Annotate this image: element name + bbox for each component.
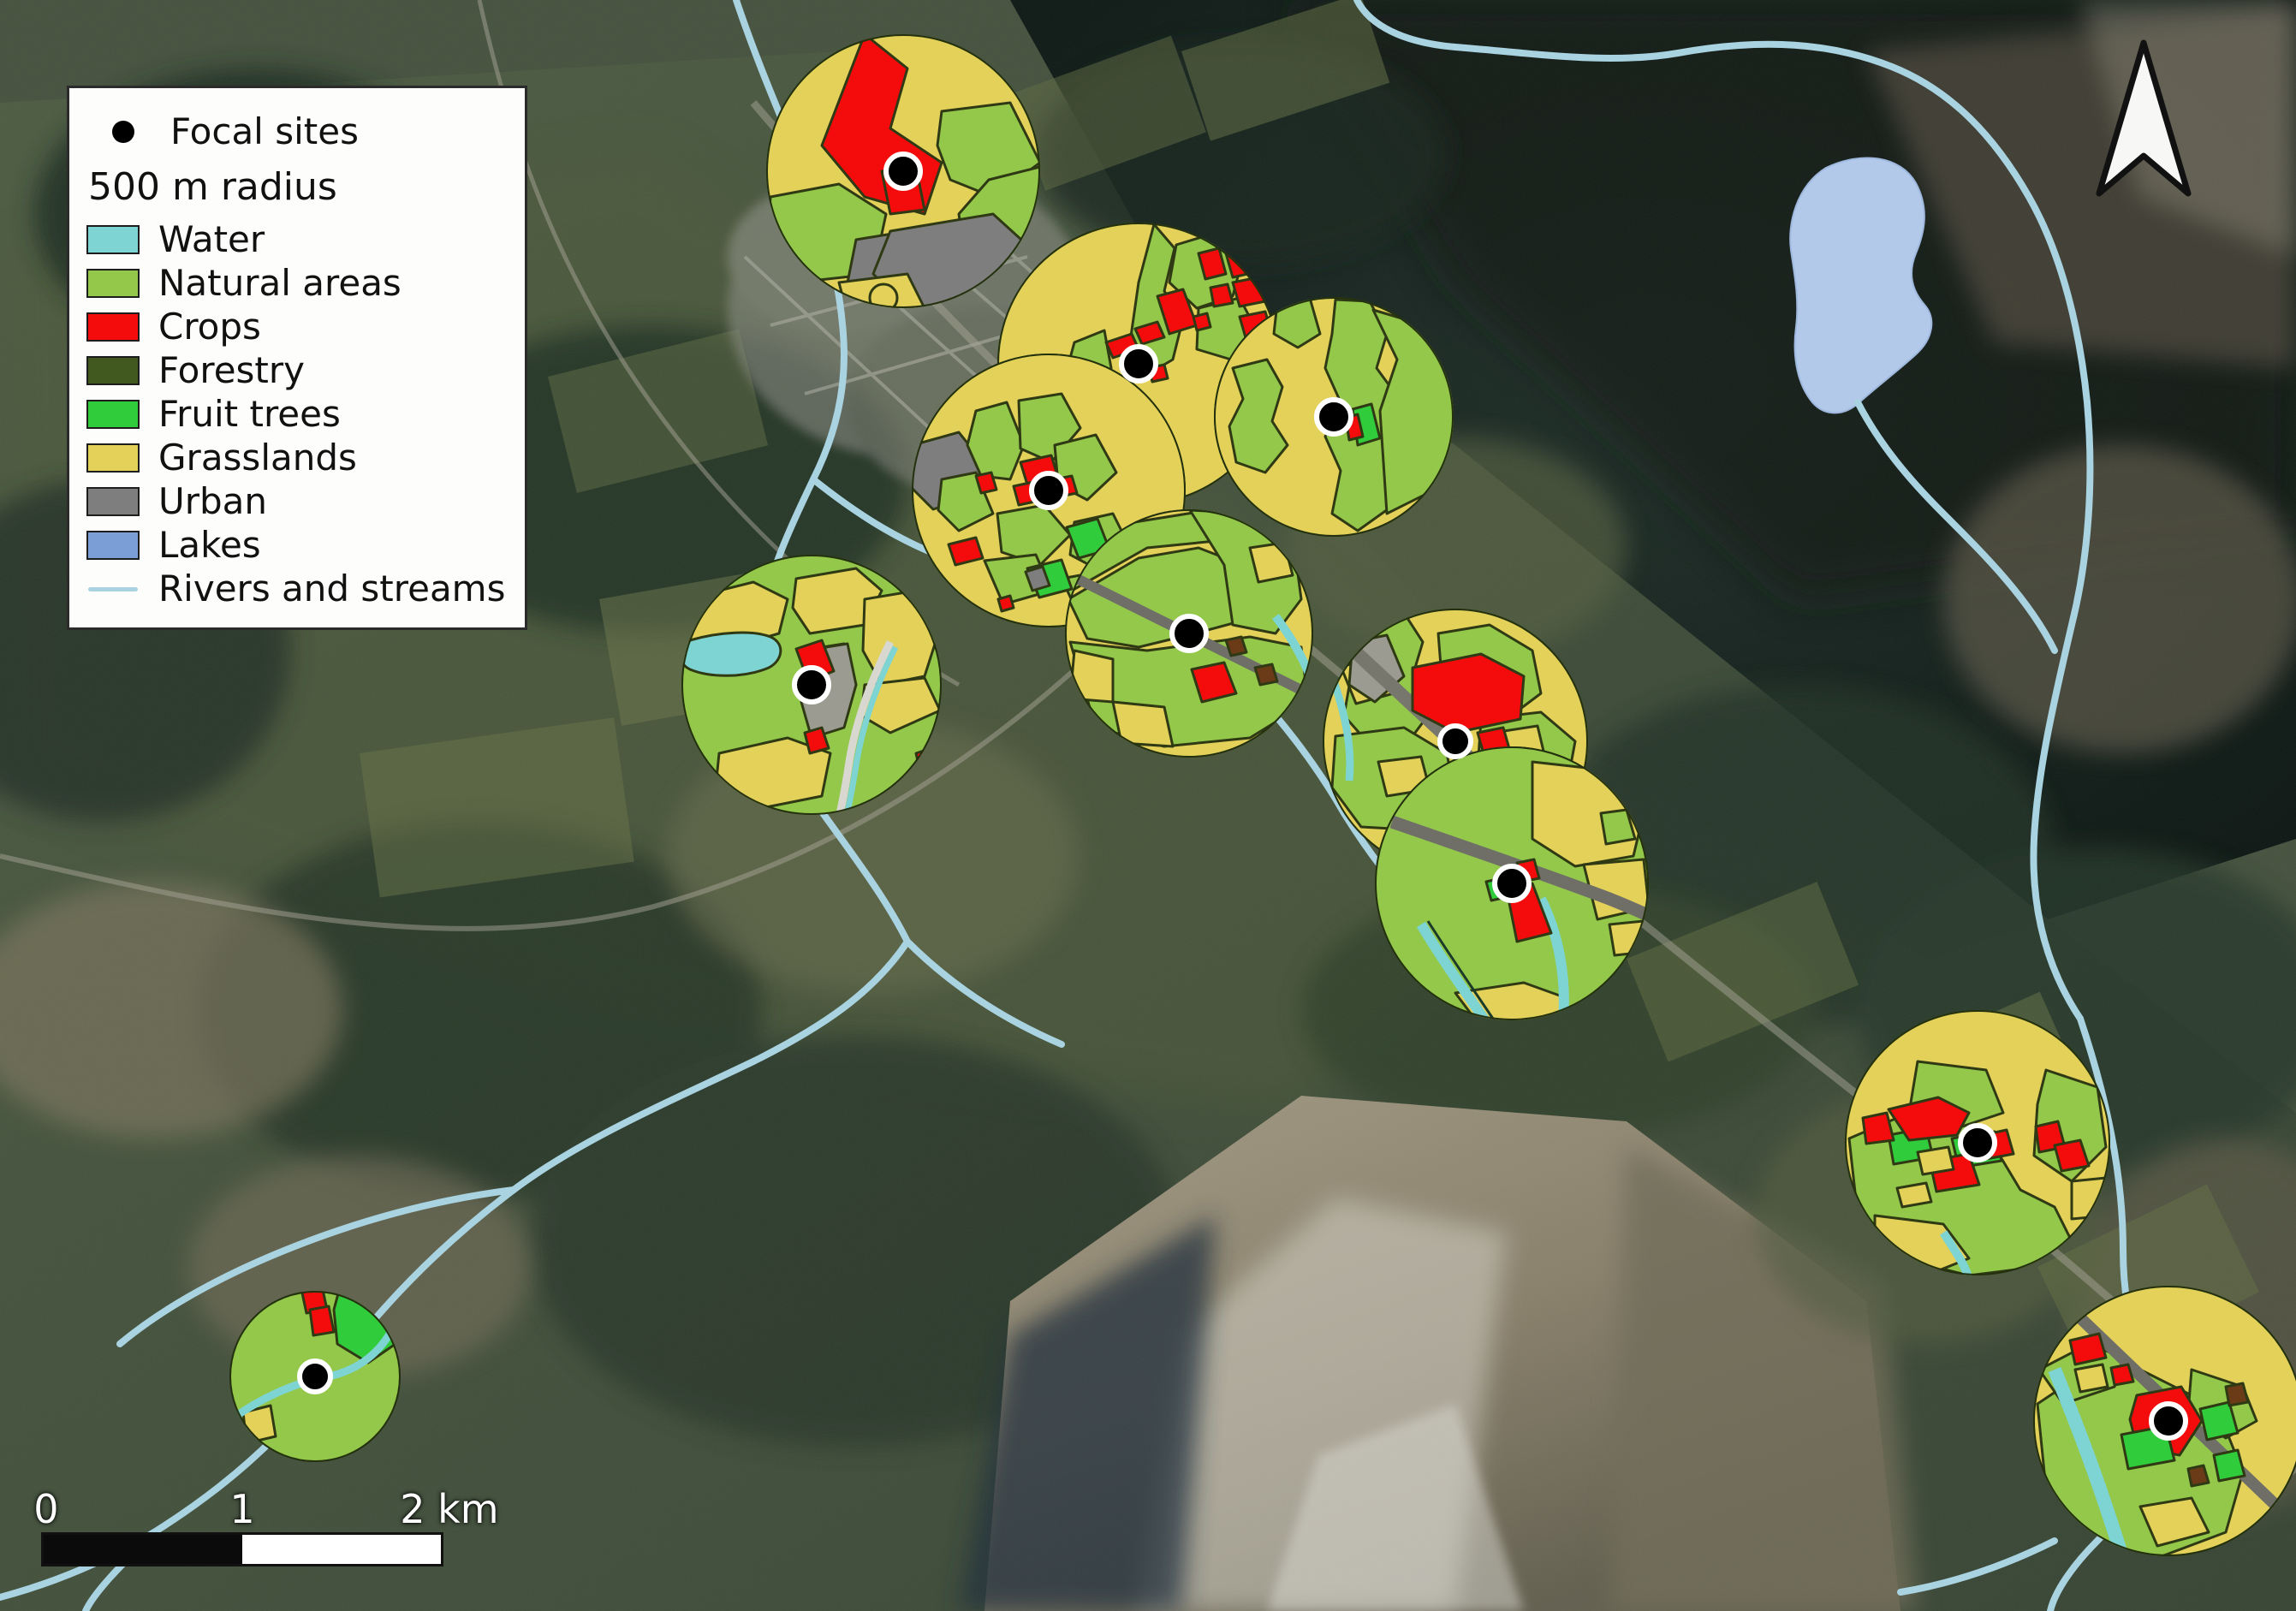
focal-site-marker[interactable] (1492, 864, 1532, 903)
legend-item-rivers-and-streams: Rivers and streams (86, 568, 508, 609)
focal-site-marker[interactable] (1169, 614, 1209, 653)
scale-tick-2: 2 km (400, 1486, 498, 1532)
scale-segment-dark (44, 1535, 242, 1564)
legend-item-forestry: Forestry (86, 350, 508, 390)
forestry-swatch-icon (86, 356, 140, 385)
focal-site-marker[interactable] (792, 665, 831, 704)
focal-site-marker[interactable] (1314, 397, 1353, 437)
legend-item-urban: Urban (86, 481, 508, 521)
map-canvas: Focal sites 500 m radius Water Natural a… (0, 0, 2296, 1611)
site-buffer-8 (1375, 746, 1695, 1027)
focal-site-marker[interactable] (1119, 344, 1158, 383)
fruit-trees-swatch-icon (86, 400, 140, 429)
legend-label-crops: Crops (158, 306, 261, 347)
legend-label-water: Water (158, 219, 265, 259)
legend-label-fruit-trees: Fruit trees (158, 394, 341, 434)
focal-site-marker[interactable] (297, 1358, 333, 1394)
scale-tick-0: 0 (33, 1486, 58, 1532)
river-line-swatch-icon (86, 574, 140, 603)
legend-label-natural-areas: Natural areas (158, 263, 402, 303)
grasslands-swatch-icon (86, 443, 140, 473)
map-legend: Focal sites 500 m radius Water Natural a… (67, 86, 527, 630)
legend-label-urban: Urban (158, 481, 267, 521)
scale-segment-light (242, 1535, 441, 1564)
scale-bar-ticks: 0 1 2 km (41, 1484, 443, 1532)
scale-tick-1: 1 (229, 1486, 254, 1532)
legend-label-grasslands: Grasslands (158, 437, 357, 478)
legend-focal-sites-label: Focal sites (170, 110, 359, 152)
north-arrow-icon (2092, 38, 2195, 200)
lakes-swatch-icon (86, 531, 140, 560)
focal-site-marker[interactable] (2149, 1401, 2188, 1441)
focal-sites-dot-icon (112, 121, 134, 143)
legend-item-lakes: Lakes (86, 525, 508, 565)
legend-radius-title: 500 m radius (88, 168, 508, 207)
legend-item-natural-areas: Natural areas (86, 263, 508, 303)
scale-bar: 0 1 2 km (41, 1484, 443, 1566)
legend-item-crops: Crops (86, 306, 508, 347)
legend-focal-sites-row: Focal sites (86, 110, 508, 152)
water-swatch-icon (86, 225, 140, 254)
legend-label-forestry: Forestry (158, 350, 305, 390)
focal-site-marker[interactable] (883, 152, 923, 191)
legend-label-rivers-and-streams: Rivers and streams (158, 568, 505, 609)
legend-item-fruit-trees: Fruit trees (86, 394, 508, 434)
legend-item-water: Water (86, 219, 508, 259)
focal-site-marker[interactable] (1437, 723, 1473, 759)
focal-site-marker[interactable] (1029, 471, 1068, 510)
focal-site-marker[interactable] (1958, 1123, 1997, 1162)
legend-item-grasslands: Grasslands (86, 437, 508, 478)
legend-label-lakes: Lakes (158, 525, 261, 565)
natural-areas-swatch-icon (86, 269, 140, 298)
scale-bar-graphic (41, 1532, 443, 1566)
urban-swatch-icon (86, 487, 140, 516)
crops-swatch-icon (86, 312, 140, 342)
